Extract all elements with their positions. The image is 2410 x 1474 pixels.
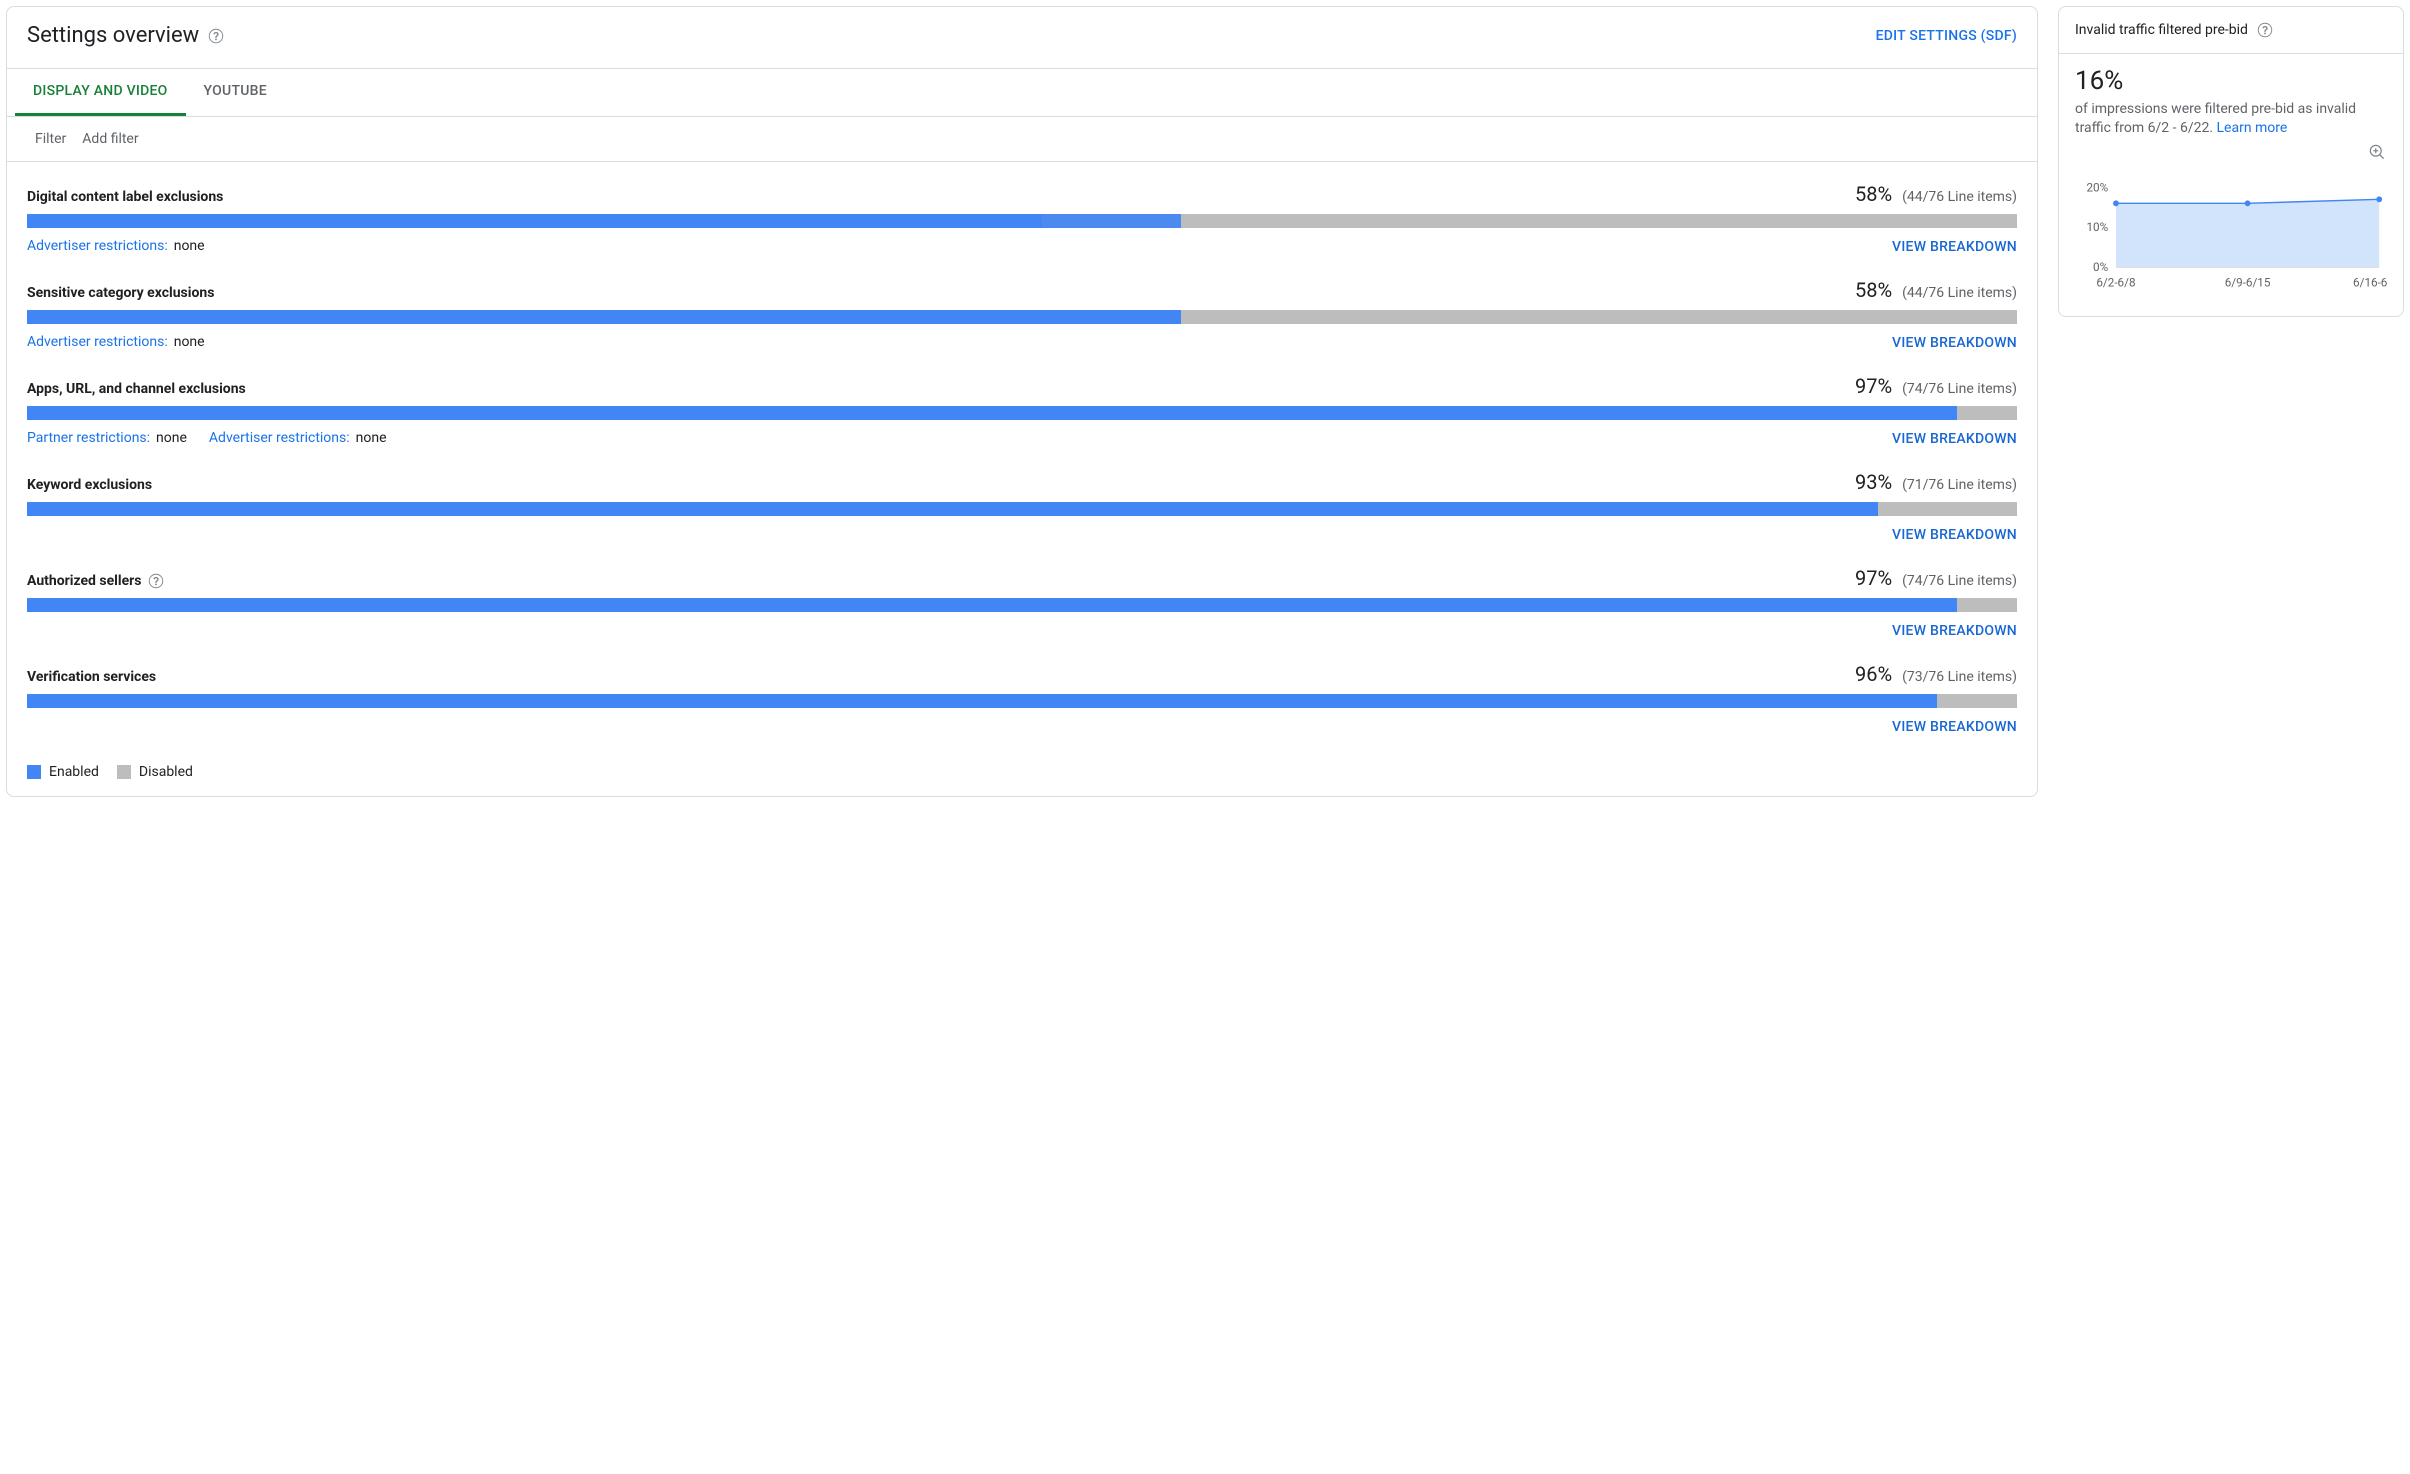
section-line-items: (71/76 Line items) [1902,477,2017,493]
restriction-item: Partner restrictions: none [27,430,187,448]
help-icon[interactable] [147,572,165,590]
invalid-traffic-chart: 0% 10% 20% 6/2-6/8 6/9-6/15 6/16-6/22 [2075,148,2387,294]
section-line-items: (74/76 Line items) [1902,573,2017,589]
restriction-value: none [174,334,205,350]
restrictions: Advertiser restrictions: none [27,238,205,256]
restriction-label[interactable]: Advertiser restrictions: [27,238,168,254]
filter-row: Filter Add filter [7,117,2037,162]
progress-bar [27,406,2017,420]
restriction-value: none [356,430,387,446]
section-title: Authorized sellers [27,572,165,590]
view-breakdown-link[interactable]: VIEW BREAKDOWN [1892,623,2017,639]
page-title: Settings overview [27,23,199,48]
view-breakdown-link[interactable]: VIEW BREAKDOWN [1892,431,2017,447]
progress-bar-fill [27,502,1878,516]
legend-enabled: Enabled [27,764,99,780]
progress-bar-fill [27,214,1042,228]
progress-bar [27,598,2017,612]
tabs: DISPLAY AND VIDEOYOUTUBE [7,68,2037,117]
legend-disabled-label: Disabled [139,764,193,780]
swatch-disabled [117,765,131,779]
section-title: Sensitive category exclusions [27,285,214,301]
svg-text:20%: 20% [2086,180,2108,194]
svg-text:10%: 10% [2086,220,2108,234]
restriction-label[interactable]: Advertiser restrictions: [209,430,350,446]
invalid-traffic-percent: 16% [2075,66,2387,96]
legend-enabled-label: Enabled [49,764,99,780]
svg-text:6/2-6/8: 6/2-6/8 [2096,275,2135,289]
progress-bar-fill [1042,214,1181,228]
section-percent: 58% [1855,278,1892,302]
section-line-items: (74/76 Line items) [1902,381,2017,397]
progress-bar [27,694,2017,708]
restrictions: Advertiser restrictions: none [27,334,205,352]
progress-bar-fill [27,694,1937,708]
restriction-item: Advertiser restrictions: none [27,334,205,352]
learn-more-link[interactable]: Learn more [2217,120,2288,136]
progress-bar-fill [27,406,1957,420]
section-percent: 58% [1855,182,1892,206]
section-title: Keyword exclusions [27,477,152,493]
legend-disabled: Disabled [117,764,193,780]
section-line-items: (44/76 Line items) [1902,189,2017,205]
progress-bar [27,502,2017,516]
invalid-traffic-description: of impressions were filtered pre-bid as … [2075,100,2387,138]
restrictions: Partner restrictions:noneAdvertiser rest… [27,430,387,448]
section-title: Verification services [27,669,156,685]
view-breakdown-link[interactable]: VIEW BREAKDOWN [1892,719,2017,735]
add-filter-link[interactable]: Add filter [82,131,138,147]
help-icon[interactable] [207,27,225,45]
svg-text:6/16-6/22: 6/16-6/22 [2353,275,2387,289]
invalid-traffic-panel: Invalid traffic filtered pre-bid 16% of … [2058,6,2404,317]
progress-bar-fill [27,310,1181,324]
section-row: Verification services 96% (73/76 Line item… [27,654,2017,750]
legend: Enabled Disabled [7,758,2037,796]
restriction-value: none [174,238,205,254]
zoom-icon[interactable] [2367,142,2387,166]
swatch-enabled [27,765,41,779]
settings-overview-panel: Settings overview EDIT SETTINGS (SDF) DI… [6,6,2038,797]
tab-display-and-video[interactable]: DISPLAY AND VIDEO [15,69,186,116]
section-title: Apps, URL, and channel exclusions [27,381,246,397]
svg-text:6/9-6/15: 6/9-6/15 [2225,275,2271,289]
progress-bar [27,214,2017,228]
section-row: Sensitive category exclusions 58% (44/76 L… [27,270,2017,366]
section-percent: 97% [1855,566,1892,590]
section-line-items: (44/76 Line items) [1902,285,2017,301]
side-panel-title: Invalid traffic filtered pre-bid [2075,22,2248,38]
restriction-label[interactable]: Partner restrictions: [27,430,150,446]
progress-bar-fill [27,598,1957,612]
section-percent: 96% [1855,662,1892,686]
svg-text:0%: 0% [2093,260,2109,274]
section-percent: 93% [1855,470,1892,494]
restriction-value: none [156,430,187,446]
tab-youtube[interactable]: YOUTUBE [186,69,285,116]
section-row: Digital content label exclusions 58% (44/7… [27,174,2017,270]
restriction-label[interactable]: Advertiser restrictions: [27,334,168,350]
restriction-item: Advertiser restrictions: none [27,238,205,256]
section-title: Digital content label exclusions [27,189,223,205]
section-row: Authorized sellers 97% (74/76 Line items) V… [27,558,2017,654]
filter-label[interactable]: Filter [35,131,66,147]
view-breakdown-link[interactable]: VIEW BREAKDOWN [1892,527,2017,543]
help-icon[interactable] [2256,21,2274,39]
section-row: Keyword exclusions 93% (71/76 Line items) V… [27,462,2017,558]
section-percent: 97% [1855,374,1892,398]
edit-settings-link[interactable]: EDIT SETTINGS (SDF) [1876,28,2017,44]
view-breakdown-link[interactable]: VIEW BREAKDOWN [1892,335,2017,351]
restriction-item: Advertiser restrictions: none [209,430,387,448]
section-line-items: (73/76 Line items) [1902,669,2017,685]
view-breakdown-link[interactable]: VIEW BREAKDOWN [1892,239,2017,255]
progress-bar [27,310,2017,324]
section-row: Apps, URL, and channel exclusions 97% (74/… [27,366,2017,462]
